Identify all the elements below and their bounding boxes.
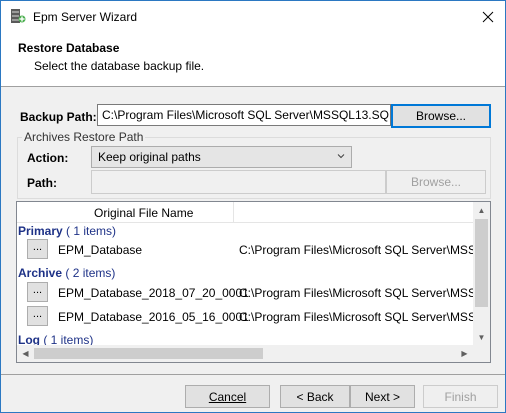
backup-path-field[interactable]: C:\Program Files\Microsoft SQL Server\MS… xyxy=(97,104,391,126)
window-title: Epm Server Wizard xyxy=(33,10,138,24)
column-path[interactable] xyxy=(235,202,477,223)
backup-browse-button[interactable]: Browse... xyxy=(391,104,491,128)
action-label: Action: xyxy=(27,151,69,165)
cancel-button[interactable]: Cancel xyxy=(185,385,270,408)
next-label: Next > xyxy=(364,389,400,404)
horizontal-scroll-thumb[interactable] xyxy=(34,348,263,359)
backup-path-label: Backup Path: xyxy=(20,110,97,124)
footer-divider xyxy=(1,374,505,375)
scroll-up-icon[interactable]: ▲ xyxy=(473,202,490,219)
column-original-file-name[interactable]: Original File Name xyxy=(17,202,234,223)
group-count: ( 1 items) xyxy=(66,224,117,238)
action-dropdown[interactable]: Keep original paths xyxy=(91,146,352,168)
path-label: Path: xyxy=(27,176,57,190)
scroll-left-icon[interactable]: ◀ xyxy=(17,345,34,362)
group-name: Archive xyxy=(18,266,63,280)
close-button[interactable] xyxy=(471,1,505,32)
group-primary[interactable]: Primary ( 1 items) xyxy=(18,224,116,238)
group-name: Primary xyxy=(18,224,63,238)
file-path: C:\Program Files\Microsoft SQL Server\MS… xyxy=(239,286,475,300)
vertical-scroll-thumb[interactable] xyxy=(475,219,488,307)
archives-path-field[interactable] xyxy=(91,170,386,194)
group-archive[interactable]: Archive ( 2 items) xyxy=(18,266,115,280)
file-path: C:\Program Files\Microsoft SQL Server\MS… xyxy=(239,243,475,257)
row-browse-button[interactable]: ... xyxy=(27,239,48,259)
back-button[interactable]: < Back xyxy=(280,385,350,408)
page-subtitle: Select the database backup file. xyxy=(34,59,205,73)
file-path: C:\Program Files\Microsoft SQL Server\MS… xyxy=(239,310,475,324)
scrollbar-corner xyxy=(473,345,490,362)
finish-label: Finish xyxy=(444,389,477,404)
horizontal-scrollbar[interactable]: ◀ ▶ xyxy=(17,345,490,362)
scroll-right-icon[interactable]: ▶ xyxy=(456,345,473,362)
title-bar: Epm Server Wizard xyxy=(1,1,505,32)
archives-browse-button[interactable]: Browse... xyxy=(386,170,486,194)
file-name: EPM_Database_2018_07_20_0001 xyxy=(58,286,249,300)
file-name: EPM_Database_2016_05_16_0001 xyxy=(58,310,249,324)
table-row[interactable]: ... EPM_Database_2018_07_20_0001 C:\Prog… xyxy=(17,281,477,305)
page-title: Restore Database xyxy=(18,41,120,55)
close-icon xyxy=(482,11,494,22)
file-list[interactable]: Original File Name Primary ( 1 items) ..… xyxy=(16,201,491,363)
back-label: < Back xyxy=(296,389,334,404)
next-button[interactable]: Next > xyxy=(350,385,415,408)
wizard-header: Restore Database Select the database bac… xyxy=(1,32,505,87)
table-row[interactable]: ... EPM_Database C:\Program Files\Micros… xyxy=(17,238,477,262)
archives-group-title: Archives Restore Path xyxy=(22,130,146,144)
chevron-down-icon xyxy=(337,154,345,159)
finish-button[interactable]: Finish xyxy=(423,385,498,408)
action-dropdown-value: Keep original paths xyxy=(98,150,201,164)
row-browse-button[interactable]: ... xyxy=(27,306,48,326)
vertical-scrollbar[interactable]: ▲ ▼ xyxy=(473,202,490,346)
scroll-down-icon[interactable]: ▼ xyxy=(473,329,490,346)
cancel-label: Cancel xyxy=(208,389,247,404)
file-name: EPM_Database xyxy=(58,243,143,257)
column-header: Original File Name xyxy=(17,202,477,223)
group-count: ( 2 items) xyxy=(65,266,116,280)
table-row[interactable]: ... EPM_Database_2016_05_16_0001 C:\Prog… xyxy=(17,305,477,329)
wizard-window: Epm Server Wizard Restore Database Selec… xyxy=(0,0,506,413)
row-browse-button[interactable]: ... xyxy=(27,282,48,302)
server-wizard-icon xyxy=(11,9,26,23)
